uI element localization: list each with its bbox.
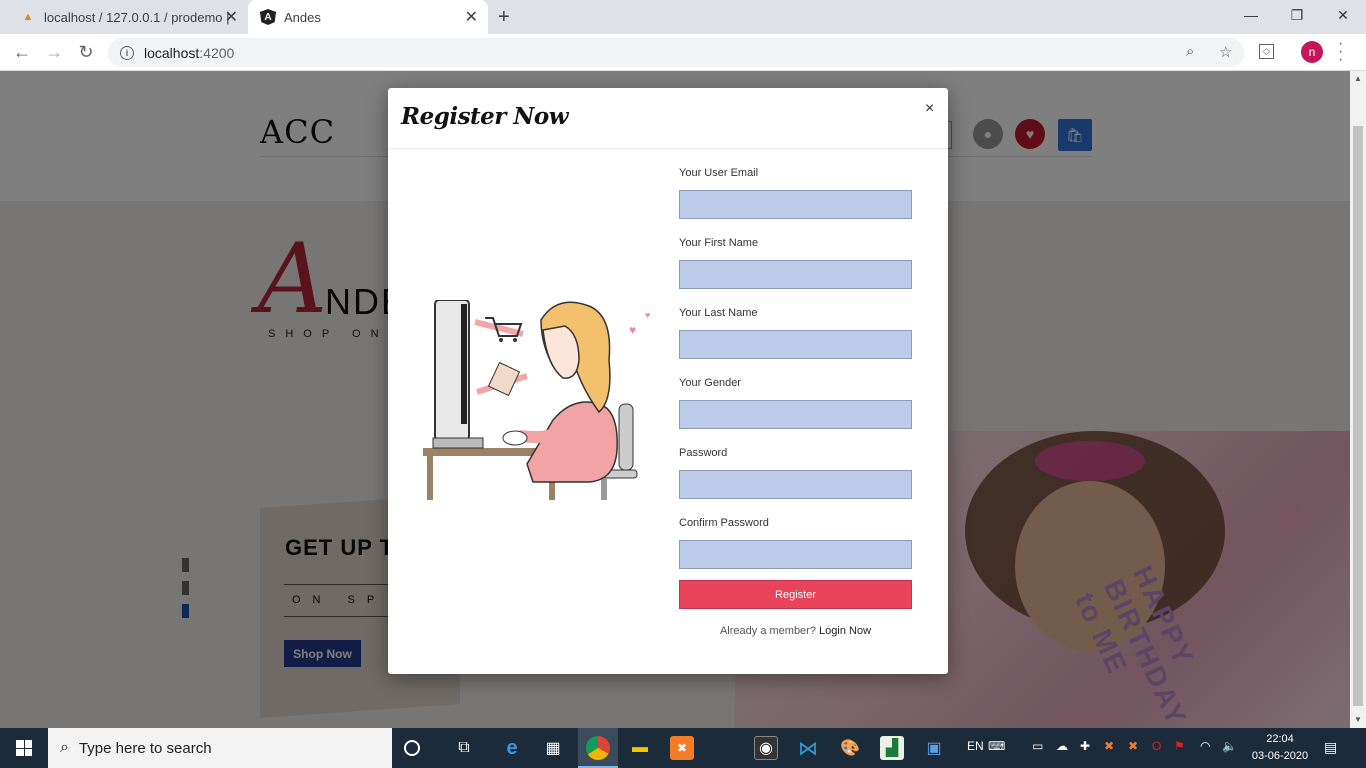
register-button[interactable]: Register [679,580,912,609]
search-icon: ⌕ [60,739,69,756]
scroll-down-icon[interactable]: ▼ [1354,715,1362,724]
chrome-icon[interactable] [586,736,610,760]
xampp-icon[interactable]: ✖ [670,736,694,760]
password-field[interactable] [679,470,912,499]
xampp-tray-icon-2[interactable]: ✖ [1128,739,1138,753]
tab-title: Andes [284,9,321,25]
svg-text:♥: ♥ [629,323,636,337]
notifications-icon[interactable]: ▤ [1324,739,1337,756]
language-indicator[interactable]: EN [967,739,984,753]
wifi-icon[interactable]: ◠ [1200,739,1210,753]
angular-icon: A [260,9,276,25]
store-icon[interactable]: ▦ [541,736,565,760]
reload-icon[interactable]: ↻ [74,42,98,63]
volume-icon[interactable]: 🔈 [1222,739,1237,753]
clock-time: 22:04 [1266,733,1294,745]
close-icon[interactable]: × [925,100,934,118]
page-scrollbar[interactable]: ▲ ▼ [1350,71,1366,728]
tray-app-icon[interactable]: ⚑ [1174,739,1185,753]
profile-avatar[interactable]: n [1301,41,1323,63]
confirm-password-field[interactable] [679,540,912,569]
close-icon[interactable]: ✕ [225,7,238,27]
modal-title: Register Now [401,103,569,130]
gender-field[interactable] [679,400,912,429]
menu-icon[interactable]: · · · [1338,36,1343,68]
back-icon[interactable]: ← [10,42,34,63]
network-status-icon[interactable]: ✚ [1080,739,1090,753]
taskbar-clock[interactable]: 22:04 03-06-2020 [1245,731,1315,765]
window-app-icon[interactable]: ▣ [922,736,946,760]
address-bar: ← → ↻ i localhost:4200 ⌕ ☆ ◇ [0,34,1366,71]
battery-icon[interactable]: ▭ [1032,739,1043,753]
start-button[interactable] [0,728,48,768]
windows-taskbar: ⌕ Type here to search ⧉ e ▦ ▬ ✖ ◉ ⋈ 🎨 ▟ … [0,728,1366,768]
forward-icon[interactable]: → [42,42,66,63]
new-tab-button[interactable]: + [498,6,510,29]
svg-text:♥: ♥ [645,310,650,320]
xampp-tray-icon[interactable]: ✖ [1104,739,1114,753]
register-modal: Register Now × ♥ ♥ Your User Email Your … [388,88,948,674]
windows-icon [16,740,32,756]
register-form: Your User Email Your First Name Your Las… [679,167,912,637]
cortana-icon[interactable] [404,740,420,756]
last-name-label: Your Last Name [679,307,758,319]
tab-title: localhost / 127.0.0.1 / prodemo | [44,9,230,25]
gender-label: Your Gender [679,377,741,389]
chart-app-icon[interactable]: ▟ [880,736,904,760]
url-input[interactable]: i localhost:4200 [108,38,1244,67]
phpmyadmin-icon: ▲ [22,11,34,23]
scroll-up-icon[interactable]: ▲ [1354,74,1362,83]
clock-date: 03-06-2020 [1251,750,1309,762]
vscode-icon[interactable]: ⋈ [796,736,820,760]
confirm-password-label: Confirm Password [679,517,769,529]
edge-icon[interactable]: e [500,736,524,760]
paint-icon[interactable]: 🎨 [838,736,862,760]
already-member-text: Already a member? [719,625,816,637]
email-field[interactable] [679,190,912,219]
opera-icon[interactable]: O [1152,739,1161,753]
email-label: Your User Email [679,167,759,179]
page-viewport: ACC ● ♥ 🛍 A NDE SHOP ON GET UP T ON SP S… [0,71,1350,728]
login-now-link[interactable]: Login Now [819,625,871,637]
keyboard-icon[interactable]: ⌨ [988,739,1005,753]
close-icon[interactable]: ✕ [465,7,478,27]
tab-phpmyadmin[interactable]: ▲ localhost / 127.0.0.1 / prodemo | ✕ [8,0,248,34]
cloud-icon[interactable]: ☁ [1056,739,1068,753]
minimize-button[interactable]: — [1228,0,1274,30]
zoom-icon[interactable]: ⌕ [1186,43,1194,60]
online-shopping-illustration: ♥ ♥ [423,300,650,500]
extension-icon[interactable]: ◇ [1259,44,1274,59]
file-explorer-icon[interactable]: ▬ [628,736,652,760]
bookmark-star-icon[interactable]: ☆ [1219,43,1232,61]
login-prompt: Already a member? Login Now [679,625,912,637]
url-host: localhost [144,44,200,61]
restore-button[interactable]: ❐ [1274,0,1320,30]
url-port: :4200 [199,44,235,61]
tab-andes[interactable]: A Andes ✕ [248,0,488,34]
browser-tabbar: ▲ localhost / 127.0.0.1 / prodemo | ✕ A … [0,0,1366,34]
task-view-icon[interactable]: ⧉ [452,736,476,760]
taskbar-search-input[interactable]: ⌕ Type here to search [48,728,392,768]
info-icon[interactable]: i [120,45,134,60]
close-window-button[interactable]: ✕ [1320,0,1366,30]
scroll-thumb[interactable] [1353,126,1363,706]
password-label: Password [679,447,728,459]
app-icon[interactable]: ◉ [754,736,778,760]
last-name-field[interactable] [679,330,912,359]
first-name-label: Your First Name [679,237,759,249]
first-name-field[interactable] [679,260,912,289]
search-placeholder: Type here to search [78,739,212,757]
modal-header: Register Now × [388,88,948,149]
